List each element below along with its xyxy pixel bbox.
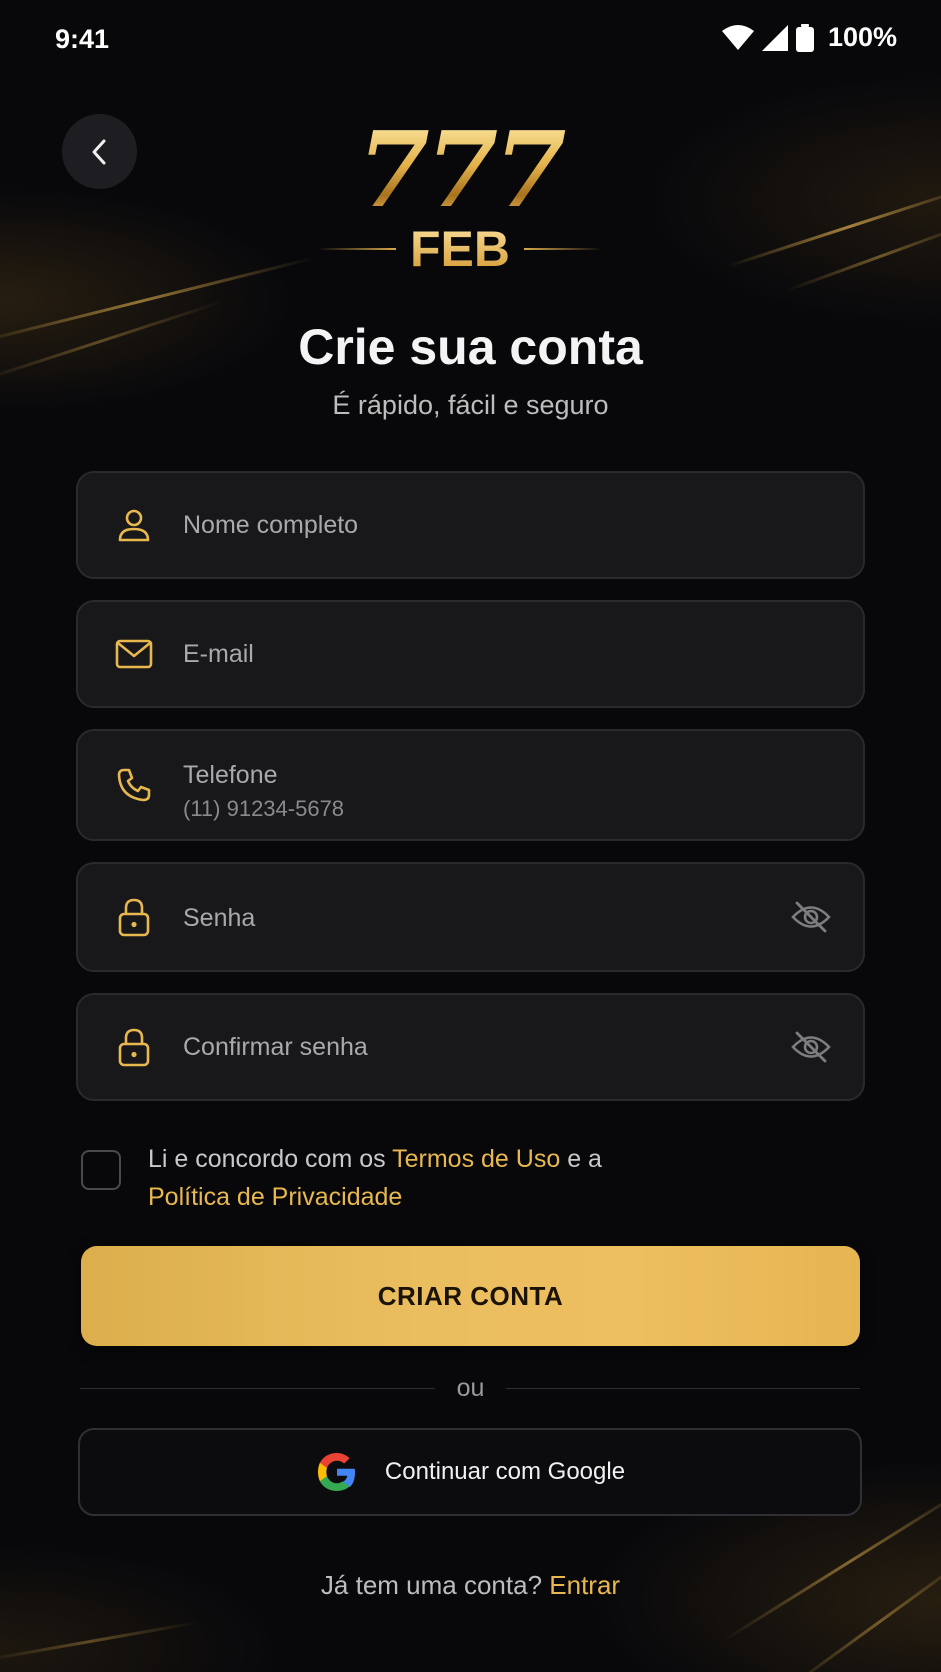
create-account-button[interactable]: CRIAR CONTA (81, 1246, 860, 1346)
decor-streak (725, 184, 941, 269)
logo-divider-right (524, 248, 602, 250)
terms-prefix: Li e concordo com os (148, 1145, 393, 1173)
eye-off-icon[interactable] (789, 895, 833, 939)
phone-icon (114, 765, 154, 805)
status-bar: 9:41 100% (0, 0, 941, 80)
decor-streak (0, 1620, 199, 1663)
user-icon (114, 505, 154, 545)
login-question: Já tem uma conta? (320, 1570, 550, 1600)
terms-text: Li e concordo com os Termos de Uso e a P… (148, 1140, 848, 1216)
chevron-left-icon (92, 139, 105, 164)
decor-streak (785, 220, 941, 293)
full-name-field[interactable]: Nome completo (76, 471, 865, 579)
google-icon (317, 1453, 355, 1491)
phone-field[interactable]: Telefone (11) 91234-5678 (76, 729, 865, 841)
email-field[interactable]: E-mail (76, 600, 865, 708)
phone-label: Telefone (183, 761, 278, 789)
back-button[interactable] (62, 114, 137, 189)
phone-hint: (11) 91234-5678 (183, 796, 345, 821)
google-signin-button[interactable]: Continuar com Google (78, 1428, 862, 1516)
page-subtitle: É rápido, fácil e seguro (332, 390, 609, 420)
privacy-policy-link[interactable]: Política de Privacidade (148, 1183, 402, 1211)
email-placeholder: E-mail (183, 640, 254, 668)
wifi-icon (721, 24, 754, 50)
lock-icon (114, 897, 154, 937)
google-signin-label: Continuar com Google (384, 1458, 626, 1485)
login-link[interactable]: Entrar (549, 1570, 620, 1600)
signup-screen: 9:41 100% 777 FEB Crie sua conta É rápid… (0, 0, 941, 1672)
lock-icon (114, 1027, 154, 1067)
status-icons: 100% (721, 22, 897, 53)
logo-divider-left (318, 248, 396, 250)
battery-percentage: 100% (827, 22, 897, 52)
password-field[interactable]: Senha (76, 862, 865, 972)
login-prompt: Já tem uma conta? Entrar (0, 1570, 941, 1601)
signal-icon (761, 24, 788, 51)
terms-checkbox[interactable] (81, 1150, 121, 1190)
mail-icon (114, 634, 154, 674)
terms-middle: e a (560, 1145, 602, 1173)
confirm-password-field[interactable]: Confirmar senha (76, 993, 865, 1101)
create-account-label: CRIAR CONTA (377, 1280, 564, 1311)
or-divider-label: ou (456, 1374, 485, 1402)
logo-name-row: FEB (318, 224, 602, 274)
battery-icon (795, 23, 814, 52)
terms-of-use-link[interactable]: Termos de Uso (392, 1145, 560, 1173)
eye-off-icon[interactable] (789, 1025, 833, 1069)
page-title: Crie sua conta (298, 319, 643, 375)
full-name-placeholder: Nome completo (183, 511, 359, 539)
decor-streak (782, 1549, 941, 1672)
brand-logo: 777 FEB (318, 118, 602, 274)
confirm-password-placeholder: Confirmar senha (183, 1033, 368, 1061)
status-time: 9:41 (55, 24, 110, 54)
password-placeholder: Senha (183, 904, 256, 932)
logo-name: FEB (410, 221, 510, 277)
logo-number: 777 (318, 118, 602, 222)
